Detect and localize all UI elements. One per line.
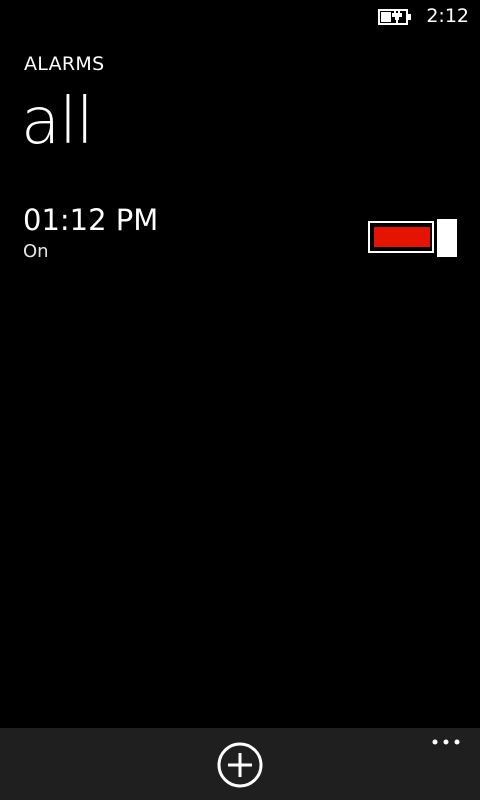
status-bar: 2:12 [0, 0, 480, 32]
toggle-fill [374, 227, 430, 247]
more-icon[interactable] [428, 732, 464, 756]
add-icon[interactable] [216, 741, 264, 789]
alarm-status: On [23, 241, 49, 262]
alarm-time[interactable]: 01:12 PM [23, 200, 158, 240]
alarm-toggle[interactable] [368, 219, 458, 257]
app-bar [0, 728, 480, 800]
page-title: all [21, 85, 94, 159]
toggle-track [368, 221, 434, 253]
status-time: 2:12 [426, 5, 469, 27]
battery-charging-icon [378, 9, 411, 25]
toggle-thumb[interactable] [437, 219, 457, 257]
alarm-item[interactable]: 01:12 PM On [0, 198, 480, 272]
app-title: ALARMS [24, 53, 105, 75]
